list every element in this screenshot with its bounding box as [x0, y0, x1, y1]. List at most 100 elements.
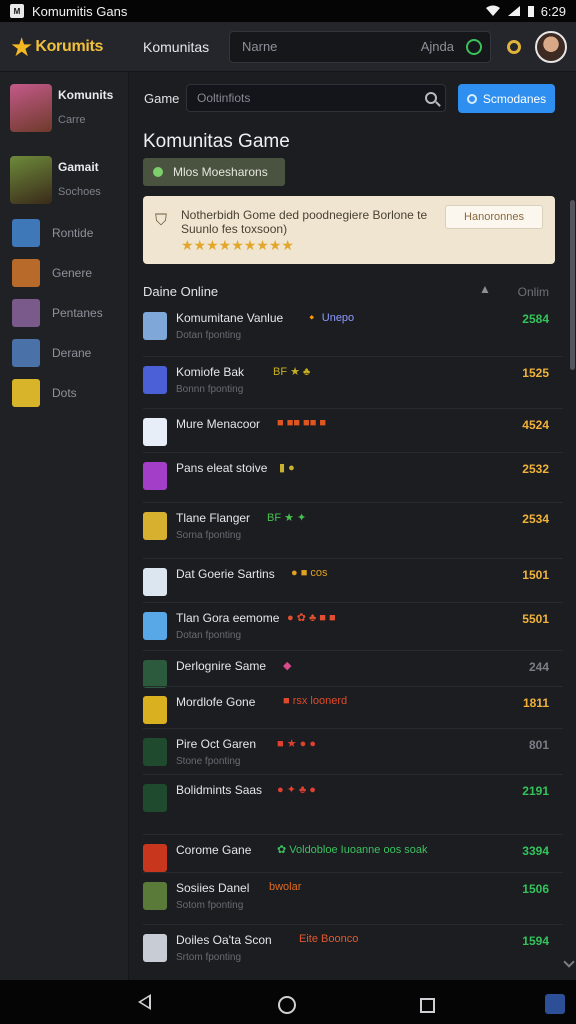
row-divider — [143, 558, 563, 559]
members-button[interactable]: Mlos Moesharons — [143, 158, 285, 186]
game-tags: ● ✿ ♣ ■ ■ — [287, 612, 336, 624]
game-tags: bwolar — [269, 881, 302, 893]
sidebar-user-1[interactable]: Komunits Carre — [10, 84, 113, 132]
game-row[interactable]: Pire Oct Garen ■ ★ ● ● Stone fponting 801 — [143, 736, 549, 782]
online-count: 1501 — [522, 568, 549, 582]
game-row[interactable]: Komumitane Vanlue 🔸 Unepo Dotan fponting 25… — [143, 310, 549, 356]
game-icon — [143, 418, 167, 446]
game-row[interactable]: Pans eleat stoive ▮ ● 2532 — [143, 460, 549, 506]
search-icon[interactable] — [425, 92, 437, 104]
game-icon — [143, 738, 167, 766]
sidebar-item-label: Pentanes — [52, 306, 103, 320]
wifi-icon — [485, 5, 500, 16]
primary-button[interactable]: Scmodanes — [458, 84, 555, 113]
search-input[interactable]: Narne Ajnda — [229, 30, 491, 63]
game-tags: ● ■ cos — [291, 567, 328, 579]
game-icon — [143, 784, 167, 812]
sidebar-item-derane[interactable]: Derane — [12, 339, 91, 367]
game-icon — [12, 379, 40, 407]
game-row[interactable]: Sosiies Danel bwolar Sotom fponting 1506 — [143, 880, 549, 926]
sidebar: Komunits Carre Gamait Sochoes Rontide Ge… — [0, 72, 129, 980]
game-row[interactable]: Doiles Oa'ta Scon Eite Boonco Srtom fponti… — [143, 932, 549, 978]
game-row[interactable]: Dat Goerie Sartins ● ■ cos 1501 — [143, 566, 549, 612]
sort-icon[interactable]: ▲ — [479, 282, 491, 296]
game-subtitle: Sotom fponting — [176, 900, 244, 911]
game-tags: BF ★ ♣ — [273, 366, 311, 378]
online-count: 5501 — [522, 612, 549, 626]
filter-placeholder: Ooltinfiots — [197, 91, 251, 105]
game-name: Doiles Oa'ta Scon — [176, 933, 272, 947]
nav-title[interactable]: Komunitas — [143, 39, 229, 55]
game-tags: ✿ Voldobloe Iuoanne oos soak — [277, 844, 428, 856]
game-icon — [143, 568, 167, 596]
top-app-bar: ★ Korumits Komunitas Narne Ajnda — [0, 22, 576, 72]
section-header: Daine Online ▲ Onlim — [143, 282, 549, 299]
status-icons: 6:29 — [485, 4, 566, 19]
game-icon — [143, 660, 167, 688]
online-count: 4524 — [522, 418, 549, 432]
sidebar-item-pentanes[interactable]: Pentanes — [12, 299, 103, 327]
scrollbar[interactable] — [570, 200, 575, 370]
online-count: 244 — [528, 660, 549, 674]
user-name: Komunits — [58, 88, 114, 102]
game-row[interactable]: Bolidmints Saas ● ✦ ♣ ● 2191 — [143, 782, 549, 828]
filter-input[interactable]: Ooltinfiots — [186, 84, 446, 112]
search-right-label: Ajnda — [420, 39, 454, 54]
sidebar-user-2[interactable]: Gamait Sochoes — [10, 156, 101, 204]
game-subtitle: Sorna fponting — [176, 530, 242, 541]
info-banner: ⛉ Notherbidh Gome ded poodnegiere Borlon… — [143, 196, 555, 264]
members-button-label: Mlos Moesharons — [173, 165, 268, 179]
keyboard-icon[interactable] — [545, 994, 565, 1014]
game-row[interactable]: Mure Menacoor ■ ■■ ■■ ■ 4524 — [143, 416, 549, 462]
status-bar: M Komumitis Gans 6:29 — [0, 0, 576, 22]
sidebar-item-label: Dots — [52, 386, 77, 400]
sidebar-item-label: Rontide — [52, 226, 94, 240]
game-tags: Eite Boonco — [299, 933, 359, 945]
game-name: Tlane Flanger — [176, 511, 251, 525]
sidebar-item-rontide[interactable]: Rontide — [12, 219, 93, 247]
primary-button-label: Scmodanes — [482, 91, 547, 106]
game-name: Pans eleat stoive — [176, 461, 268, 475]
sidebar-item-genere[interactable]: Genere — [12, 259, 92, 287]
online-count: 801 — [528, 738, 549, 752]
online-count: 1525 — [522, 366, 549, 380]
section-title: Daine Online — [143, 284, 219, 299]
app-logo[interactable]: ★ Korumits — [0, 22, 129, 71]
app-badge-icon: M — [10, 4, 24, 18]
game-subtitle: Srtom fponting — [176, 952, 242, 963]
game-tags: BF ★ ✦ — [267, 512, 307, 524]
sidebar-item-label: Genere — [52, 266, 93, 280]
game-tags: 🔸 Unepo — [305, 312, 355, 324]
game-row[interactable]: Mordlofe Gone ■ rsx loonerd 1811 — [143, 694, 549, 740]
home-icon[interactable] — [278, 996, 296, 1014]
game-subtitle: Dotan fponting — [176, 330, 242, 341]
avatar[interactable] — [535, 30, 567, 63]
signal-icon — [507, 6, 520, 16]
game-tags: ◆ — [283, 660, 292, 672]
game-icon — [143, 844, 167, 872]
row-divider — [143, 356, 563, 357]
notification-icon[interactable] — [507, 39, 521, 54]
game-tags: ■ rsx loonerd — [283, 695, 348, 707]
status-time: 6:29 — [540, 3, 566, 19]
row-divider — [143, 728, 563, 729]
refresh-icon[interactable] — [466, 38, 482, 55]
game-row[interactable]: Komiofe Bak BF ★ ♣ Bonnn fponting 1525 — [143, 364, 549, 410]
scroll-down-icon[interactable] — [563, 956, 575, 968]
banner-button[interactable]: Hanoronnes — [445, 205, 543, 229]
game-icon — [12, 259, 40, 287]
sidebar-item-dots[interactable]: Dots — [12, 379, 77, 407]
recent-apps-icon[interactable] — [420, 998, 435, 1013]
game-name: Tlan Gora eemome — [176, 611, 280, 625]
row-divider — [143, 774, 563, 775]
game-name: Mordlofe Gone — [176, 695, 256, 709]
game-icon — [12, 339, 40, 367]
row-divider — [143, 650, 563, 651]
game-icon — [143, 462, 167, 490]
game-name: Bolidmints Saas — [176, 783, 263, 797]
back-icon[interactable] — [138, 994, 151, 1010]
game-icon — [143, 696, 167, 724]
game-row[interactable]: Tlane Flanger BF ★ ✦ Sorna fponting 2534 — [143, 510, 549, 556]
game-icon — [143, 512, 167, 540]
row-divider — [143, 452, 563, 453]
